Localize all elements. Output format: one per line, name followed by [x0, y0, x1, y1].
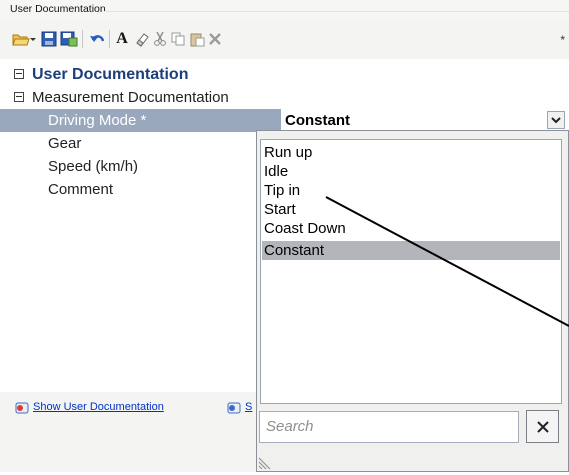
modified-marker: * — [560, 33, 565, 47]
property-label: Comment — [48, 181, 114, 198]
toolbar-separator — [82, 30, 83, 48]
subcategory-row-measurement-documentation[interactable]: Measurement Documentation — [0, 86, 569, 109]
show-user-documentation-link[interactable]: Show User Documentation — [33, 401, 164, 413]
dropdown-button[interactable] — [547, 111, 565, 129]
property-label: Driving Mode * — [48, 112, 147, 129]
eraser-icon[interactable] — [133, 30, 151, 48]
save-as-icon[interactable] — [60, 30, 78, 48]
property-value: Constant — [285, 112, 350, 129]
resize-grip-icon[interactable] — [258, 456, 272, 470]
window-title: User Documentation — [10, 3, 106, 15]
toolbar — [0, 22, 569, 59]
paste-icon[interactable] — [188, 30, 206, 48]
property-row-driving-mode[interactable]: Driving Mode * — [0, 109, 281, 132]
property-label: Gear — [48, 135, 82, 152]
clear-search-button[interactable] — [526, 410, 559, 443]
copy-icon[interactable] — [169, 30, 187, 48]
second-link[interactable]: S — [245, 401, 252, 413]
open-icon[interactable] — [12, 30, 30, 48]
property-label: Speed (km/h) — [48, 158, 139, 175]
toolbar-separator — [109, 30, 110, 48]
option-run-up[interactable]: Run up — [262, 143, 560, 162]
document-link-icon — [227, 401, 241, 415]
category-row-user-documentation[interactable]: User Documentation — [0, 63, 569, 86]
undo-icon[interactable] — [88, 30, 106, 48]
option-start[interactable]: Start — [262, 200, 560, 219]
subcategory-label: Measurement Documentation — [32, 89, 229, 106]
property-value-driving-mode[interactable]: Constant — [281, 109, 569, 132]
delete-icon[interactable] — [206, 30, 224, 48]
open-dropdown-arrow[interactable] — [29, 30, 37, 48]
search-placeholder: Search — [266, 418, 314, 435]
option-idle[interactable]: Idle — [262, 162, 560, 181]
option-constant[interactable]: Constant — [262, 241, 560, 260]
title-divider — [104, 11, 569, 12]
chevron-down-icon — [551, 117, 561, 124]
collapse-icon[interactable] — [14, 92, 24, 102]
document-link-icon — [15, 401, 29, 415]
save-icon[interactable] — [40, 30, 58, 48]
category-label: User Documentation — [32, 66, 189, 83]
cut-icon[interactable] — [151, 30, 169, 48]
collapse-icon[interactable] — [14, 69, 24, 79]
font-icon[interactable]: A — [113, 30, 131, 48]
option-coast-down[interactable]: Coast Down — [262, 219, 560, 238]
option-tip-in[interactable]: Tip in — [262, 181, 560, 200]
close-icon — [536, 420, 549, 433]
